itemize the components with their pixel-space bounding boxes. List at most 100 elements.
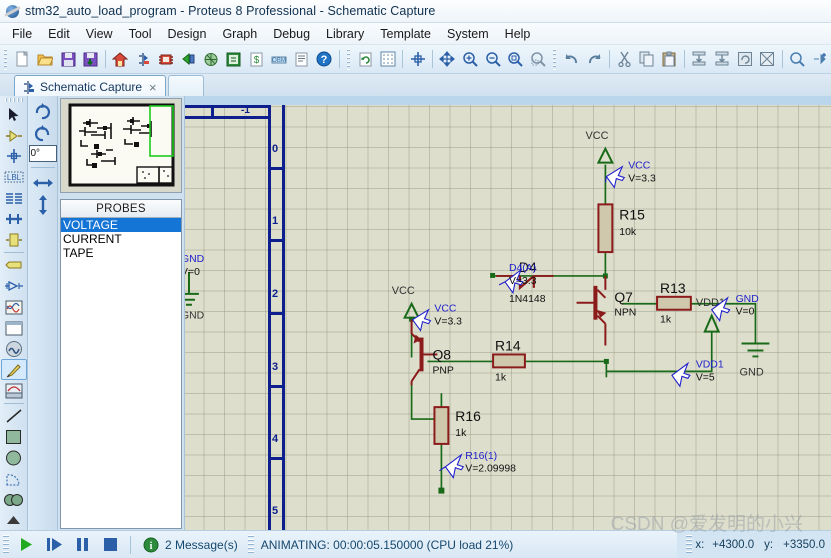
design-explorer-icon[interactable]: OBM: [268, 47, 291, 72]
probe-vcc-top[interactable]: VCC V=3.3: [604, 161, 656, 189]
component-r15[interactable]: R15 10k: [597, 203, 645, 254]
text-script-icon[interactable]: [1, 188, 27, 209]
component-r16[interactable]: R16 1k: [433, 406, 481, 445]
new-file-icon[interactable]: [11, 47, 34, 72]
toolbar-grip-2[interactable]: [345, 48, 353, 70]
rotate-counterclockwise-icon[interactable]: [31, 122, 55, 144]
grid-icon[interactable]: [377, 47, 400, 72]
help-icon[interactable]: ?: [313, 47, 336, 72]
pick-device-icon[interactable]: [786, 47, 809, 72]
play-button[interactable]: [12, 534, 40, 556]
terminals-mode-icon[interactable]: [1, 255, 27, 276]
simulation-icon[interactable]: [200, 47, 223, 72]
pause-button[interactable]: [68, 534, 96, 556]
menu-graph[interactable]: Graph: [214, 25, 265, 43]
generator-mode-icon[interactable]: [1, 338, 27, 359]
message-count[interactable]: 2 Message(s): [165, 538, 238, 552]
menu-edit[interactable]: Edit: [40, 25, 78, 43]
menu-system[interactable]: System: [439, 25, 497, 43]
status-grip[interactable]: [3, 534, 9, 555]
subcircuit-icon[interactable]: [1, 229, 27, 250]
block-copy-icon[interactable]: [688, 47, 711, 72]
copy-icon[interactable]: [636, 47, 659, 72]
bus-mode-icon[interactable]: [1, 209, 27, 230]
make-device-icon[interactable]: [808, 47, 831, 72]
power-terminal-vcc-top[interactable]: VCC: [586, 130, 614, 164]
component-q7[interactable]: Q7 NPN: [576, 275, 637, 346]
block-move-icon[interactable]: [711, 47, 734, 72]
voltage-probe-mode-icon[interactable]: [0, 359, 27, 381]
2d-line-icon[interactable]: [1, 406, 27, 427]
2d-text-icon[interactable]: [1, 510, 27, 531]
menu-help[interactable]: Help: [497, 25, 539, 43]
3d-viewer-icon[interactable]: [177, 47, 200, 72]
menu-debug[interactable]: Debug: [265, 25, 318, 43]
device-pins-icon[interactable]: [1, 276, 27, 297]
probe-vdd1[interactable]: VDD1 V=5: [671, 359, 724, 388]
rail-grip[interactable]: [4, 98, 23, 103]
cut-icon[interactable]: [613, 47, 636, 72]
tab-schematic-capture[interactable]: Schematic Capture ×: [14, 75, 166, 98]
toolbar-grip-1[interactable]: [3, 48, 10, 70]
toolbar-grip-3[interactable]: [552, 48, 559, 70]
probe-r16-1[interactable]: R16(1) V=2.09998: [439, 451, 516, 480]
undo-icon[interactable]: [561, 47, 584, 72]
schematic-capture-icon[interactable]: [132, 47, 155, 72]
zoom-area-icon[interactable]: [527, 47, 550, 72]
power-terminal-gnd-right[interactable]: GND: [740, 342, 770, 379]
2d-path-icon[interactable]: [1, 489, 27, 510]
save-icon[interactable]: [57, 47, 80, 72]
rotation-angle-input[interactable]: 0°: [28, 145, 57, 162]
stop-button[interactable]: [96, 534, 124, 556]
redo-icon[interactable]: [583, 47, 606, 72]
probe-vcc-left[interactable]: VCC V=3.3: [411, 304, 463, 332]
bill-of-materials-icon[interactable]: $: [245, 47, 268, 72]
open-folder-icon[interactable]: [34, 47, 57, 72]
menu-design[interactable]: Design: [160, 25, 215, 43]
report-icon[interactable]: [290, 47, 313, 72]
zoom-out-icon[interactable]: [481, 47, 504, 72]
coord-grip[interactable]: [686, 534, 693, 555]
menu-library[interactable]: Library: [318, 25, 372, 43]
power-terminal-vcc-left[interactable]: VCC: [392, 285, 421, 319]
probe-item-tape[interactable]: TAPE: [61, 246, 181, 260]
mirror-vertical-icon[interactable]: [31, 194, 55, 216]
junction-dot-icon[interactable]: [1, 146, 27, 167]
import-icon[interactable]: [79, 47, 102, 72]
step-button[interactable]: [40, 534, 68, 556]
schematic-canvas[interactable]: -1 0 1 2 3 4 5 VCC VCC VDD1 GND R15 10k …: [185, 96, 831, 531]
info-icon[interactable]: i: [137, 534, 165, 556]
bom-icon[interactable]: [222, 47, 245, 72]
graph-mode-icon[interactable]: [1, 297, 27, 318]
block-delete-icon[interactable]: [756, 47, 779, 72]
status-grip-2[interactable]: [247, 534, 254, 555]
menu-template[interactable]: Template: [372, 25, 439, 43]
virtual-instruments-icon[interactable]: [1, 380, 27, 401]
pcb-layout-icon[interactable]: [154, 47, 177, 72]
pan-icon[interactable]: [436, 47, 459, 72]
probe-item-voltage[interactable]: VOLTAGE: [61, 218, 181, 232]
component-r14[interactable]: R14 1k: [492, 337, 526, 383]
tape-recorder-icon[interactable]: [1, 318, 27, 339]
probe-gnd-left-edge[interactable]: GND V=0 GND: [185, 254, 205, 322]
wire-label-icon[interactable]: LBL: [1, 167, 27, 188]
block-rotate-icon[interactable]: [733, 47, 756, 72]
rotate-clockwise-icon[interactable]: [31, 100, 55, 122]
2d-circle-icon[interactable]: [1, 448, 27, 469]
refresh-icon[interactable]: [354, 47, 377, 72]
component-q8[interactable]: Q8 PNP: [410, 319, 454, 386]
probe-d4-anode[interactable]: D4(A) V=3.3: [498, 263, 537, 295]
probe-item-current[interactable]: CURRENT: [61, 232, 181, 246]
menu-view[interactable]: View: [78, 25, 121, 43]
2d-box-icon[interactable]: [1, 427, 27, 448]
2d-arc-icon[interactable]: [1, 468, 27, 489]
menu-file[interactable]: File: [4, 25, 40, 43]
schematic-overview-preview[interactable]: [60, 98, 182, 193]
home-icon[interactable]: [109, 47, 132, 72]
zoom-all-icon[interactable]: [504, 47, 527, 72]
selection-mode-icon[interactable]: [1, 104, 27, 125]
zoom-in-icon[interactable]: [459, 47, 482, 72]
paste-icon[interactable]: [658, 47, 681, 72]
menu-tool[interactable]: Tool: [121, 25, 160, 43]
component-mode-icon[interactable]: [1, 125, 27, 146]
